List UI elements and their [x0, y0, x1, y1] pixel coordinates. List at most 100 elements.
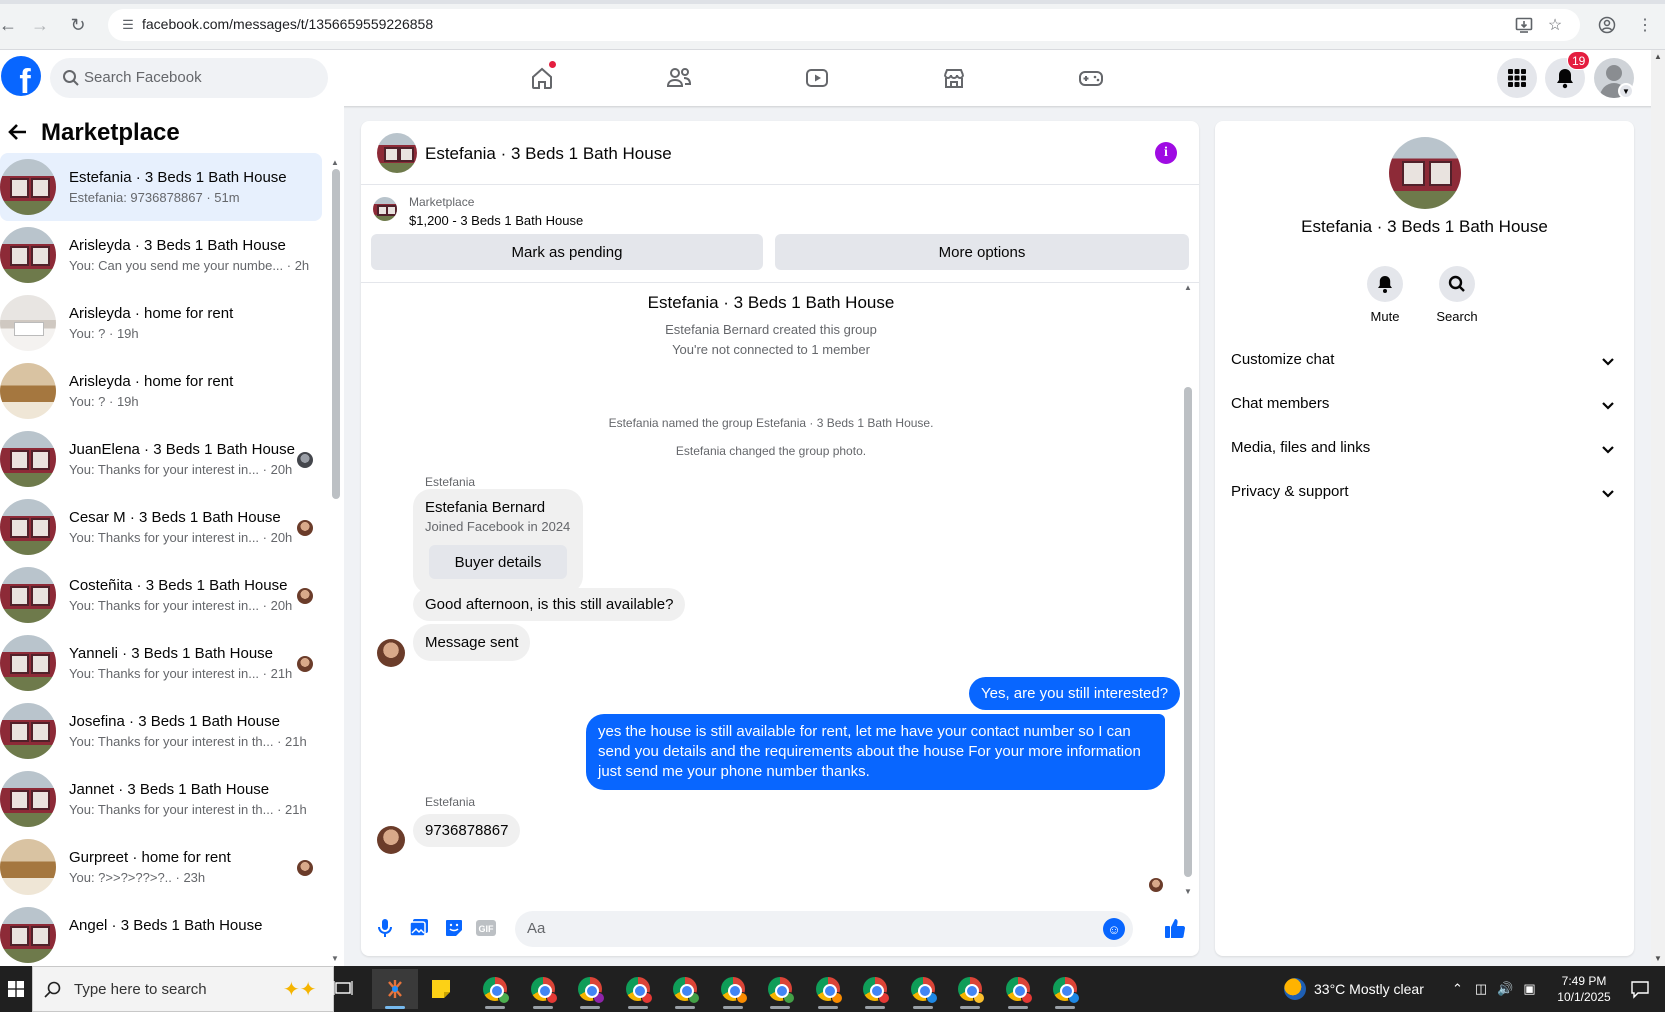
conversation-item[interactable]: Costeñita · 3 Beds 1 Bath House You: Than…	[0, 561, 322, 629]
gif-icon[interactable]: GIF	[474, 916, 498, 940]
taskbar-chrome-window-icon[interactable]	[710, 969, 756, 1009]
taskbar-chrome-window-icon[interactable]	[852, 969, 898, 1009]
chevron-down-icon[interactable]	[1598, 351, 1618, 371]
scroll-up-icon[interactable]: ▲	[331, 158, 339, 167]
chat-scrollbar[interactable]: ▲ ▼	[1181, 283, 1195, 903]
weather-widget[interactable]: 33°C Mostly clear	[1284, 966, 1424, 1012]
clock[interactable]: 7:49 PM 10/1/2025	[1551, 966, 1617, 1012]
scroll-down-icon[interactable]: ▼	[1654, 954, 1662, 963]
network-icon[interactable]: ▣	[1523, 981, 1535, 997]
forward-icon[interactable]: →	[28, 13, 52, 37]
microphone-icon[interactable]	[373, 916, 397, 940]
account-icon[interactable]	[1595, 13, 1619, 37]
back-icon[interactable]: ←	[0, 13, 20, 37]
conversation-item[interactable]: Yanneli · 3 Beds 1 Bath House You: Thanks…	[0, 629, 322, 697]
taskbar-chrome-window-icon[interactable]	[947, 969, 993, 1009]
details-avatar[interactable]	[1389, 137, 1461, 209]
install-app-icon[interactable]	[1513, 14, 1535, 36]
conversation-item[interactable]: Estefania · 3 Beds 1 Bath House Estefania…	[0, 153, 322, 221]
taskbar-chrome-window-icon[interactable]	[1042, 969, 1088, 1009]
outgoing-message[interactable]: Yes, are you still interested?	[969, 677, 1181, 710]
scroll-up-icon[interactable]: ▲	[1654, 52, 1662, 61]
message-input[interactable]: Aa ☺	[515, 911, 1133, 947]
taskbar-chrome-window-icon[interactable]	[472, 969, 518, 1009]
taskbar-chrome-window-icon[interactable]	[662, 969, 708, 1009]
sidebar-scroll-thumb[interactable]	[332, 169, 340, 499]
bookmark-star-icon[interactable]: ☆	[1544, 14, 1566, 36]
listing-price-title[interactable]: $1,200 - 3 Beds 1 Bath House	[409, 213, 583, 228]
menu-grid-icon[interactable]	[1497, 58, 1537, 98]
back-arrow-icon[interactable]	[6, 120, 30, 144]
mark-as-pending-button[interactable]: Mark as pending	[371, 234, 763, 270]
conversation-item[interactable]: JuanElena · 3 Beds 1 Bath House You: Than…	[0, 425, 322, 493]
taskbar-chrome-window-icon[interactable]	[900, 969, 946, 1009]
windows-start-icon[interactable]	[0, 966, 32, 1012]
search-icon[interactable]	[1439, 266, 1475, 302]
chevron-down-icon[interactable]	[1598, 483, 1618, 503]
outgoing-message[interactable]: yes the house is still available for ren…	[586, 714, 1165, 790]
browser-menu-icon[interactable]: ⋮	[1633, 13, 1657, 37]
conversation-item[interactable]: Jannet · 3 Beds 1 Bath House You: Thanks …	[0, 765, 322, 833]
url-text[interactable]: facebook.com/messages/t/1356659559226858	[142, 16, 433, 32]
taskbar-chrome-window-icon[interactable]	[995, 969, 1041, 1009]
friends-nav-icon[interactable]	[659, 58, 699, 98]
taskbar-search-input[interactable]: Type here to search ✦✦	[32, 966, 334, 1012]
listing-thumbnail[interactable]	[373, 197, 397, 221]
chevron-down-icon[interactable]	[1598, 395, 1618, 415]
taskbar-chrome-window-icon[interactable]	[520, 969, 566, 1009]
sidebar-scrollbar[interactable]: ▲ ▼	[330, 158, 340, 963]
conversation-item[interactable]: Arisleyda · home for rent You: ? · 19h	[0, 357, 322, 425]
info-icon[interactable]: i	[1155, 142, 1177, 164]
taskbar-chrome-window-icon[interactable]	[805, 969, 851, 1009]
chevron-up-icon[interactable]: ⌃	[1452, 981, 1463, 997]
more-options-button[interactable]: More options	[775, 234, 1189, 270]
notification-center-icon[interactable]	[1620, 966, 1660, 1012]
chevron-down-icon[interactable]	[1598, 439, 1618, 459]
chat-members-section[interactable]: Chat members	[1231, 385, 1618, 425]
chat-title[interactable]: Estefania · 3 Beds 1 Bath House	[425, 144, 672, 164]
taskbar-chrome-window-icon[interactable]	[615, 969, 661, 1009]
reload-icon[interactable]: ↻	[66, 13, 90, 37]
media-files-links-section[interactable]: Media, files and links	[1231, 429, 1618, 469]
marketplace-nav-icon[interactable]	[934, 58, 974, 98]
sticker-icon[interactable]	[442, 916, 466, 940]
task-view-icon[interactable]	[320, 969, 366, 1009]
gaming-nav-icon[interactable]	[1071, 58, 1111, 98]
watch-nav-icon[interactable]	[797, 58, 837, 98]
chat-scroll-thumb[interactable]	[1184, 387, 1192, 877]
search-conversation-button[interactable]: Search	[1427, 266, 1487, 324]
bell-icon[interactable]	[1367, 266, 1403, 302]
conversation-item[interactable]: Gurpreet · home for rent You: ?>>?>??>?..…	[0, 833, 322, 901]
emoji-icon[interactable]: ☺	[1103, 918, 1125, 940]
customize-chat-section[interactable]: Customize chat	[1231, 341, 1618, 381]
taskbar-chrome-window-icon[interactable]	[757, 969, 803, 1009]
thumbs-up-icon[interactable]	[1163, 916, 1187, 940]
incoming-message[interactable]: Message sent	[413, 624, 531, 661]
taskbar-chrome-window-icon[interactable]	[567, 969, 613, 1009]
privacy-support-section[interactable]: Privacy & support	[1231, 473, 1618, 513]
conversation-item[interactable]: Arisleyda · home for rent You: ? · 19h	[0, 289, 322, 357]
conversation-item[interactable]: Josefina · 3 Beds 1 Bath House You: Thank…	[0, 697, 322, 765]
speaker-icon[interactable]: 🔊	[1497, 981, 1513, 997]
sender-avatar[interactable]	[377, 826, 405, 854]
scroll-down-icon[interactable]: ▼	[331, 954, 339, 963]
taskbar-app-snipping-icon[interactable]	[372, 969, 418, 1009]
buyer-details-button[interactable]: Buyer details	[429, 545, 567, 579]
facebook-search-input[interactable]: Search Facebook	[50, 58, 328, 98]
address-bar[interactable]: ☰ facebook.com/messages/t/13566595592268…	[108, 9, 1580, 41]
taskbar-app-sticky-notes-icon[interactable]	[418, 969, 464, 1009]
sender-avatar[interactable]	[377, 639, 405, 667]
incoming-message[interactable]: Good afternoon, is this still available?	[413, 588, 686, 621]
home-nav-icon[interactable]	[522, 58, 562, 98]
conversation-item[interactable]: Arisleyda · 3 Beds 1 Bath House You: Can …	[0, 221, 322, 289]
chat-avatar[interactable]	[377, 133, 417, 173]
conversation-item[interactable]: Cesar M · 3 Beds 1 Bath House You: Thanks…	[0, 493, 322, 561]
chevron-down-icon[interactable]: ▼	[1618, 83, 1634, 99]
site-settings-icon[interactable]: ☰	[118, 15, 138, 35]
mute-button[interactable]: Mute	[1355, 266, 1415, 324]
facebook-logo-icon[interactable]: f	[1, 56, 41, 96]
incoming-message[interactable]: 9736878867	[413, 814, 521, 847]
conversation-item[interactable]: Angel · 3 Beds 1 Bath House	[0, 901, 322, 966]
scroll-down-icon[interactable]: ▼	[1184, 887, 1192, 896]
device-icon[interactable]: ◫	[1475, 981, 1487, 997]
